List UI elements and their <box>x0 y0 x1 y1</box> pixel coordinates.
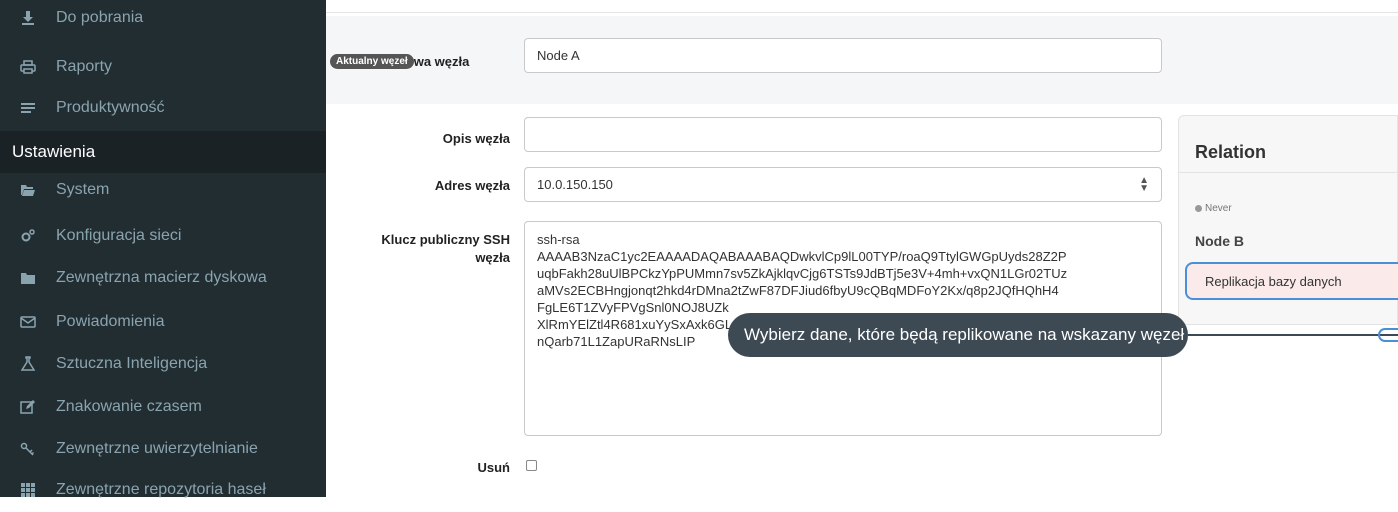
replication-type-value: Replikacja bazy danych <box>1205 273 1342 289</box>
section-title: Ustawienia <box>12 142 96 161</box>
ssh-key-label: Klucz publiczny SSH węzła <box>340 231 510 267</box>
tooltip-connector <box>1188 334 1398 336</box>
node-address-label: Adres węzła <box>434 178 510 193</box>
sidebar-item-label: Powiadomienia <box>56 313 165 330</box>
sidebar-item-external-storage[interactable]: Zewnętrzna macierz dyskowa <box>0 256 326 300</box>
sidebar-item-label: Sztuczna Inteligencja <box>56 355 208 372</box>
grid-icon <box>21 483 35 497</box>
relation-title: Relation <box>1195 142 1267 162</box>
sidebar-item-ai[interactable]: Sztuczna Inteligencja <box>0 342 326 386</box>
sidebar-item-downloads[interactable]: Do pobrania <box>0 0 326 40</box>
sidebar-item-label: Raporty <box>56 58 113 75</box>
replication-type-select[interactable]: Replikacja bazy danych <box>1185 262 1398 300</box>
status-text: Never <box>1205 203 1232 214</box>
key-icon <box>20 442 35 456</box>
gears-icon <box>21 229 35 242</box>
sidebar-item-network[interactable]: Konfiguracja sieci <box>0 214 326 258</box>
edit-icon <box>20 400 35 414</box>
sidebar: Do pobrania Raporty Produktywność Ustawi… <box>0 0 326 498</box>
sidebar-item-label: System <box>56 181 110 198</box>
ssh-key-label-line2: węzła <box>475 250 510 265</box>
status-dot-icon <box>1195 205 1202 212</box>
node-desc-input[interactable] <box>524 117 1162 152</box>
panel-divider <box>1179 172 1398 173</box>
node-name-label: wa węzła <box>413 53 470 69</box>
node-name-value: Node A <box>537 48 580 63</box>
sidebar-item-external-auth[interactable]: Zewnętrzne uwierzytelnianie <box>0 427 326 471</box>
sidebar-item-password-repos[interactable]: Zewnętrzne repozytoria haseł <box>0 468 326 512</box>
sidebar-item-reports[interactable]: Raporty <box>0 45 326 89</box>
delete-checkbox[interactable] <box>526 460 537 471</box>
sidebar-item-label: Zewnętrzne uwierzytelnianie <box>56 440 258 457</box>
relation-node: Node B <box>1195 233 1244 249</box>
sidebar-item-label: Znakowanie czasem <box>56 398 202 415</box>
flask-icon <box>20 356 36 371</box>
tooltip-anchor <box>1378 328 1398 342</box>
select-arrows-icon: ▲ ▼ <box>1139 174 1149 194</box>
sidebar-item-system[interactable]: System <box>0 168 326 212</box>
folder-open-icon <box>21 185 35 196</box>
relation-panel: Relation Never Node B Replikacja bazy da… <box>1178 115 1398 325</box>
sidebar-item-timestamping[interactable]: Znakowanie czasem <box>0 385 326 429</box>
download-icon <box>22 11 34 25</box>
sidebar-item-productivity[interactable]: Produktywność <box>0 86 326 130</box>
node-name-label-group: Aktualny węzeł wa węzła <box>330 52 469 70</box>
node-address-select[interactable]: 10.0.150.150 ▲ ▼ <box>524 167 1162 202</box>
node-desc-label: Opis węzła <box>442 131 510 146</box>
relation-status: Never <box>1195 203 1232 214</box>
sidebar-item-label: Do pobrania <box>56 9 144 26</box>
current-node-badge: Aktualny węzeł <box>330 53 414 69</box>
delete-label: Usuń <box>477 460 511 475</box>
node-name-input[interactable]: Node A <box>524 38 1162 73</box>
replication-tooltip: Wybierz dane, które będą replikowane na … <box>728 313 1188 357</box>
divider <box>326 12 1398 13</box>
sidebar-item-label: Zewnętrzna macierz dyskowa <box>56 269 267 286</box>
sidebar-item-label: Konfiguracja sieci <box>56 227 182 244</box>
sidebar-item-notifications[interactable]: Powiadomienia <box>0 300 326 344</box>
tooltip-text: Wybierz dane, które będą replikowane na … <box>744 325 1185 344</box>
folder-icon <box>21 273 35 284</box>
sidebar-item-label: Produktywność <box>56 99 165 116</box>
ssh-key-label-line1: Klucz publiczny SSH <box>381 232 510 247</box>
list-icon <box>21 103 35 113</box>
printer-icon <box>20 60 36 74</box>
sidebar-item-label: Zewnętrzne repozytoria haseł <box>56 481 266 498</box>
node-address-value: 10.0.150.150 <box>537 177 613 192</box>
sidebar-section-settings[interactable]: Ustawienia <box>0 131 326 173</box>
envelope-icon <box>20 316 36 328</box>
